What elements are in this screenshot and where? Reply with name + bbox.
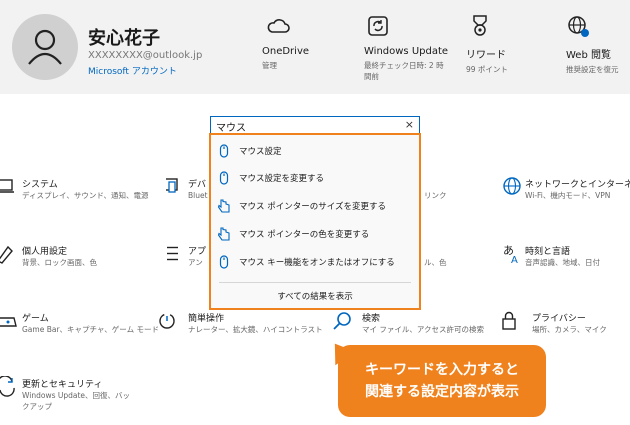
suggestion-label: マウス設定 [239,147,282,157]
search-input[interactable]: マウス [216,119,246,134]
account-header: 安心花子 XXXXXXXX@outlook.jp Microsoft アカウント… [0,0,630,94]
category-gaming-sub: Game Bar、キャプチャ、ゲーム モード [22,325,159,334]
annotation-callout: キーワードを入力すると 関連する設定内容が表示 [338,345,546,417]
svg-text:A: A [511,255,518,265]
timer-icon [159,313,175,329]
search-icon [333,312,351,330]
category-update-security-sub: Windows Update、回復、バックアップ [22,391,131,411]
windows-update-sub: 最終チェック日時: 2 時間前 [364,61,444,81]
pointer-hand-icon [217,227,230,241]
callout-line-2: 関連する設定内容が表示 [365,384,519,400]
rewards-sub: 99 ポイント [466,65,508,74]
onedrive-tile[interactable]: OneDrive 管理 [262,14,309,71]
avatar[interactable] [12,14,78,80]
suggestion-label: マウス キー機能をオンまたはオフにする [239,258,395,268]
category-ease-of-access-sub: ナレーター、拡大鏡、ハイコントラスト [188,325,323,334]
category-time-language-sub: 音声認識、地域、日付 [525,258,600,267]
category-search-sub: マイ ファイル、アクセス許可の検索 [362,325,485,334]
language-icon: あA [503,244,518,265]
clear-search-icon[interactable]: × [405,118,414,131]
show-all-results-button[interactable]: すべての結果を表示 [211,290,419,302]
callout-line-1: キーワードを入力すると [365,362,519,378]
category-personalization-title: 個人用設定 [22,247,68,257]
category-update-security-title: 更新とセキュリティ [22,380,103,390]
web-browsing-sub: 推奨設定を復元 [566,65,619,74]
category-phone-sub: リンク [424,191,447,200]
mouse-icon [219,171,229,185]
mouse-icon [219,255,229,269]
search-suggestions: マウス設定 マウス設定を変更する マウス ポインターのサイズを変更する マウス … [209,133,421,310]
category-privacy-sub: 場所、カメラ、マイク [532,325,607,334]
keyboard-icon [166,178,178,193]
microsoft-account-link[interactable]: Microsoft アカウント [88,64,177,77]
windows-update-tile[interactable]: Windows Update 最終チェック日時: 2 時間前 [364,14,449,82]
mouse-icon [219,144,229,158]
suggestion-item[interactable]: マウス設定を変更する [217,168,413,190]
category-ease-of-access-title: 簡単操作 [188,314,225,324]
pointer-hand-icon [217,199,230,213]
category-devices-title: デバ [188,180,207,190]
sync-icon [0,376,15,397]
web-browsing-tile[interactable]: Web 閲覧 推奨設定を復元 [566,14,619,75]
update-icon [368,16,388,36]
category-network-title: ネットワークとインターネット [525,180,630,190]
suggestion-item[interactable]: マウス設定 [217,141,413,163]
settings-search[interactable]: マウス × [210,116,420,134]
suggestion-label: マウス設定を変更する [239,174,325,184]
apps-list-icon [167,246,178,261]
suggestion-item[interactable]: マウス ポインターの色を変更する [217,224,413,246]
web-browsing-title: Web 閲覧 [566,50,611,61]
suggestion-label: マウス ポインターの色を変更する [239,230,370,240]
onedrive-title: OneDrive [262,46,310,57]
callout-text: キーワードを入力すると 関連する設定内容が表示 [338,359,546,403]
category-system-title: システム [22,180,58,190]
category-gaming-title: ゲーム [22,314,49,324]
category-network-sub: Wi-Fi、機内モード、VPN [525,191,611,200]
category-apps-title: アプ [188,247,207,257]
user-name: 安心花子 [88,28,160,49]
windows-update-title: Windows Update [364,46,449,57]
globe-icon [503,177,521,195]
medal-icon [473,15,487,36]
user-email: XXXXXXXX@outlook.jp [88,50,203,61]
lock-icon [502,311,516,330]
suggestion-label: マウス ポインターのサイズを変更する [239,202,386,212]
suggestion-item[interactable]: マウス ポインターのサイズを変更する [217,196,413,218]
rewards-tile[interactable]: リワード 99 ポイント [466,14,508,75]
globe-icon [568,16,589,37]
suggestion-item[interactable]: マウス キー機能をオンまたはオフにする [217,252,413,274]
gamepad-icon [0,317,17,327]
paintbrush-icon [0,245,13,264]
rewards-title: リワード [466,50,506,61]
cloud-icon [267,19,290,33]
category-personalization-sub: 背景、ロック画面、色 [22,258,97,267]
category-system-sub: ディスプレイ、サウンド、通知、電源 [22,191,149,200]
category-ease-colors-sub: ル、色 [424,258,447,267]
category-privacy-title: プライバシー [532,314,586,324]
divider [219,282,411,283]
laptop-icon [0,179,14,193]
category-search-title: 検索 [362,314,381,324]
person-icon [28,29,62,65]
category-time-language-title: 時刻と言語 [525,247,571,257]
category-devices-sub: Bluet [188,191,208,200]
onedrive-sub: 管理 [262,61,277,70]
category-apps-sub: アン [188,258,203,267]
